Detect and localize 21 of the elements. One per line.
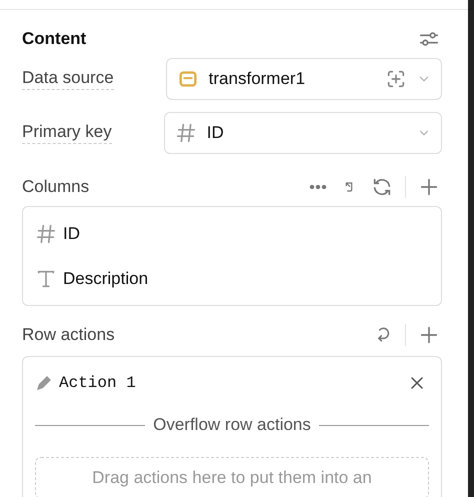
add-frame-icon [385,68,407,90]
plus-icon [418,176,440,198]
more-icon [309,185,327,189]
field-label: Data source [22,68,114,90]
refresh-icon [371,176,393,198]
field-label: Primary key [22,122,112,144]
hash-icon [35,222,57,244]
plus-icon [418,324,440,346]
hash-icon [174,122,197,144]
row-actions-title: Row actions [22,325,115,345]
divider-label: Overflow row actions [153,415,311,435]
pencil-icon [35,374,53,392]
columns-title: Columns [22,177,90,197]
select-field[interactable]: transformer1 [166,58,442,100]
drop-zone: Drag actions here to put them into an [35,457,429,497]
select-field[interactable]: ID [164,112,442,154]
column-item[interactable]: ID [63,224,80,244]
section-title: Content [22,29,86,49]
column-item[interactable]: Description [63,268,148,288]
action-name[interactable]: Action 1 [59,374,399,392]
more-button[interactable] [307,183,329,191]
